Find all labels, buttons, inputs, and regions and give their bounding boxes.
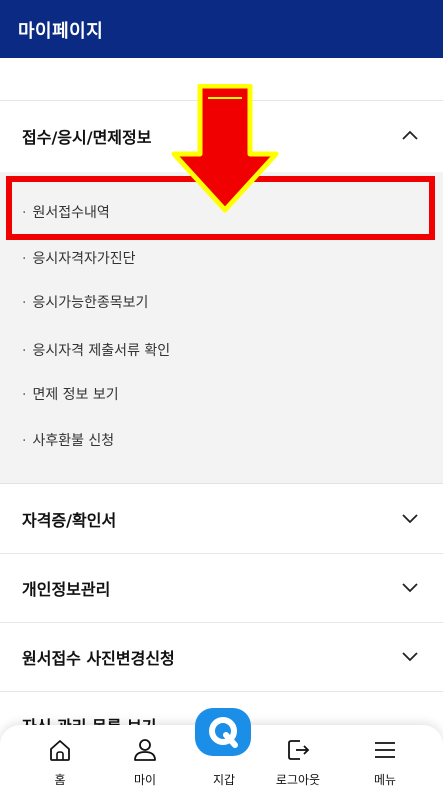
q-logo-icon: [209, 717, 238, 748]
chevron-up-icon: [402, 130, 418, 140]
tab-menu[interactable]: 메뉴: [345, 725, 425, 797]
chevron-down-icon: [402, 652, 418, 662]
section-divider: [0, 691, 443, 692]
chevron-down-icon: [402, 583, 418, 593]
section-certificates[interactable]: 자격증/확인서: [0, 485, 443, 553]
submenu-item-required-documents[interactable]: · 응시자격 제출서류 확인: [22, 340, 170, 360]
person-icon: [134, 739, 156, 761]
submenu-item-refund-request[interactable]: · 사후환불 신청: [22, 430, 114, 450]
wallet-q-button[interactable]: [195, 708, 251, 756]
section-label: 접수/응시/면제정보: [22, 128, 152, 147]
section-label: 개인정보관리: [22, 580, 111, 599]
submenu-item-exemption-info[interactable]: · 면제 정보 보기: [22, 384, 119, 404]
section-label: 원서접수 사진변경신청: [22, 649, 175, 668]
submenu-item-available-subjects[interactable]: · 응시가능한종목보기: [22, 292, 148, 312]
tab-my[interactable]: 마이: [105, 725, 185, 797]
chevron-down-icon: [402, 514, 418, 524]
home-icon: [50, 740, 70, 761]
app-header: 마이페이지: [0, 0, 443, 58]
menu-icon: [375, 742, 395, 758]
section-photo-change[interactable]: 원서접수 사진변경신청: [0, 623, 443, 691]
submenu-item-self-diagnosis[interactable]: · 응시자격자가진단: [22, 248, 136, 268]
tab-home[interactable]: 홈: [20, 725, 100, 797]
section-personal-info[interactable]: 개인정보관리: [0, 554, 443, 622]
click-annotation: 클 릭: [214, 110, 238, 170]
section-label: 자격증/확인서: [22, 511, 117, 530]
logout-icon: [288, 740, 310, 760]
tab-logout[interactable]: 로그아웃: [258, 725, 338, 797]
page-title: 마이페이지: [18, 21, 104, 42]
